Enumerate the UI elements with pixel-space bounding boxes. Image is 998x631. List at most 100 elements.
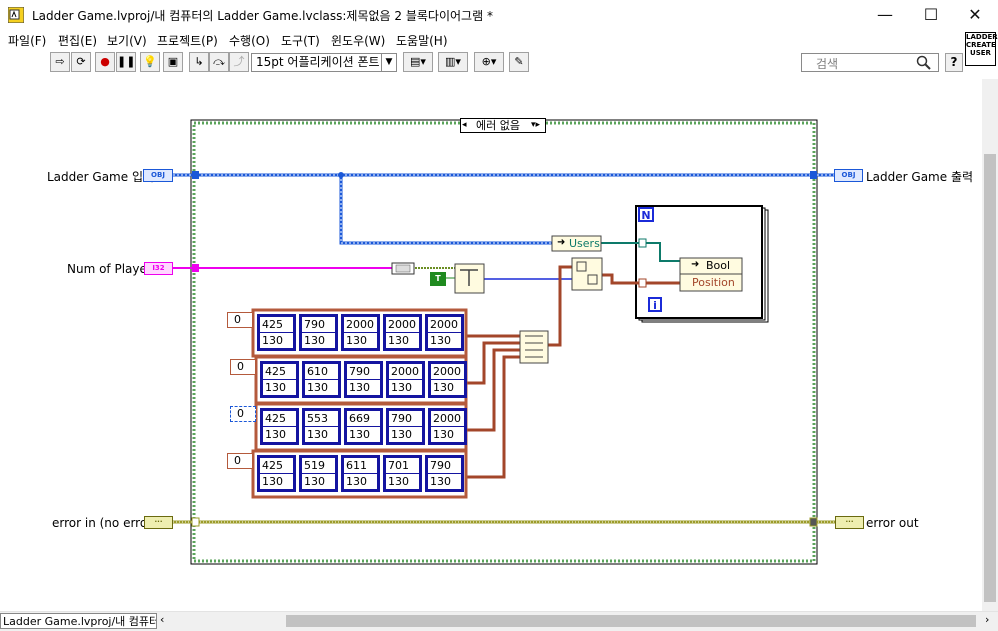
distribute-objects-icon[interactable]: ▥▾: [438, 52, 468, 72]
abort-icon[interactable]: ●: [95, 52, 115, 72]
x-value[interactable]: 2000: [389, 364, 422, 380]
menu-help[interactable]: 도움말(H): [396, 32, 448, 49]
menu-bar: 파일(F) 편집(E) 보기(V) 프로젝트(P) 수행(O) 도구(T) 윈도…: [0, 30, 998, 50]
x-value[interactable]: 425: [263, 411, 296, 427]
x-value[interactable]: 790: [347, 364, 380, 380]
cluster-element[interactable]: 2000 130: [428, 408, 467, 445]
run-continuously-icon[interactable]: ⟳: [71, 52, 91, 72]
retain-wire-values-icon[interactable]: ▣: [163, 52, 183, 72]
window-title: Ladder Game.lvproj/내 컴퓨터의 Ladder Game.lv…: [32, 9, 493, 23]
y-value[interactable]: 130: [263, 427, 286, 442]
cluster-element[interactable]: 519 130: [299, 455, 338, 492]
cluster-element[interactable]: 2000 130: [386, 361, 425, 398]
cluster-element[interactable]: 790 130: [425, 455, 464, 492]
y-value[interactable]: 130: [305, 427, 328, 442]
step-over-icon[interactable]: ⤼: [209, 52, 229, 72]
y-value[interactable]: 130: [431, 427, 454, 442]
y-value[interactable]: 130: [386, 333, 409, 348]
cluster-element[interactable]: 610 130: [302, 361, 341, 398]
x-value[interactable]: 425: [263, 364, 296, 380]
minimize-button[interactable]: —: [862, 0, 908, 30]
y-value[interactable]: 130: [260, 333, 283, 348]
cluster-element[interactable]: 425 130: [257, 314, 296, 351]
cluster-element[interactable]: 553 130: [302, 408, 341, 445]
menu-window[interactable]: 윈도우(W): [331, 32, 385, 49]
y-value[interactable]: 130: [389, 380, 412, 395]
x-value[interactable]: 425: [260, 458, 293, 474]
menu-view[interactable]: 보기(V): [107, 32, 147, 49]
x-value[interactable]: 669: [347, 411, 380, 427]
y-value[interactable]: 130: [428, 474, 451, 489]
y-value[interactable]: 130: [428, 333, 451, 348]
search-icon[interactable]: [916, 55, 932, 71]
cluster-element[interactable]: 701 130: [383, 455, 422, 492]
x-value[interactable]: 701: [386, 458, 419, 474]
x-value[interactable]: 2000: [428, 317, 461, 333]
x-value[interactable]: 425: [260, 317, 293, 333]
reorder-icon[interactable]: ⊕▾: [474, 52, 504, 72]
x-value[interactable]: 2000: [431, 364, 464, 380]
y-value[interactable]: 130: [389, 427, 412, 442]
chevron-down-icon: ▼: [381, 54, 396, 71]
y-value[interactable]: 130: [347, 380, 370, 395]
x-value[interactable]: 553: [305, 411, 338, 427]
align-objects-icon[interactable]: ▤▾: [403, 52, 433, 72]
pause-icon[interactable]: ❚❚: [116, 52, 136, 72]
search-input[interactable]: 검색: [801, 53, 939, 72]
context-help-button[interactable]: ?: [945, 53, 963, 72]
scroll-left-icon[interactable]: ‹: [160, 613, 164, 626]
cluster-element[interactable]: 790 130: [299, 314, 338, 351]
x-value[interactable]: 790: [302, 317, 335, 333]
horizontal-scroll-thumb[interactable]: [286, 615, 976, 627]
cluster-element[interactable]: 2000 130: [341, 314, 380, 351]
menu-file[interactable]: 파일(F): [8, 32, 46, 49]
x-value[interactable]: 790: [389, 411, 422, 427]
cluster-element[interactable]: 2000 130: [425, 314, 464, 351]
maximize-button[interactable]: ☐: [908, 0, 954, 30]
close-button[interactable]: ✕: [952, 0, 998, 30]
cluster-element[interactable]: 2000 130: [428, 361, 467, 398]
y-value[interactable]: 130: [302, 333, 325, 348]
step-into-icon[interactable]: ↳: [189, 52, 209, 72]
vertical-scroll-thumb[interactable]: [984, 154, 996, 602]
cluster-element[interactable]: 669 130: [344, 408, 383, 445]
x-value[interactable]: 519: [302, 458, 335, 474]
cluster-element[interactable]: 2000 130: [383, 314, 422, 351]
y-value[interactable]: 130: [344, 474, 367, 489]
cluster-element[interactable]: 425 130: [260, 408, 299, 445]
y-value[interactable]: 130: [260, 474, 283, 489]
y-value[interactable]: 130: [302, 474, 325, 489]
y-value[interactable]: 130: [386, 474, 409, 489]
clean-up-diagram-icon[interactable]: ✎: [509, 52, 529, 72]
array-constants: 425 130 790 130 2000 130 2000 130 2000 130 425 130 6…: [0, 79, 982, 611]
block-diagram[interactable]: ◂ 에러 없음 ▾▸ Ladder Game 입력 OBJ Num of Pla…: [0, 79, 982, 611]
x-value[interactable]: 610: [305, 364, 338, 380]
x-value[interactable]: 2000: [431, 411, 464, 427]
cluster-element[interactable]: 790 130: [386, 408, 425, 445]
horizontal-scrollbar[interactable]: Ladder Game.lvproj/내 컴퓨터 ‹ ›: [0, 611, 998, 631]
vi-icon[interactable]: LADDER CREATE USER: [965, 32, 998, 66]
step-out-icon[interactable]: ⤴: [229, 52, 249, 72]
vertical-scrollbar[interactable]: [982, 79, 998, 611]
menu-project[interactable]: 프로젝트(P): [157, 32, 218, 49]
y-value[interactable]: 130: [263, 380, 286, 395]
x-value[interactable]: 611: [344, 458, 377, 474]
scroll-right-icon[interactable]: ›: [985, 613, 989, 626]
cluster-element[interactable]: 425 130: [260, 361, 299, 398]
cluster-element[interactable]: 611 130: [341, 455, 380, 492]
menu-tools[interactable]: 도구(T): [281, 32, 320, 49]
y-value[interactable]: 130: [305, 380, 328, 395]
x-value[interactable]: 2000: [386, 317, 419, 333]
menu-edit[interactable]: 편집(E): [58, 32, 97, 49]
font-select[interactable]: 15pt 어플리케이션 폰트 ▼: [251, 53, 397, 72]
x-value[interactable]: 790: [428, 458, 461, 474]
cluster-element[interactable]: 425 130: [257, 455, 296, 492]
y-value[interactable]: 130: [431, 380, 454, 395]
highlight-execution-icon[interactable]: 💡: [140, 52, 160, 72]
cluster-element[interactable]: 790 130: [344, 361, 383, 398]
menu-operate[interactable]: 수행(O): [229, 32, 270, 49]
y-value[interactable]: 130: [344, 333, 367, 348]
x-value[interactable]: 2000: [344, 317, 377, 333]
run-arrow-icon[interactable]: ⇨: [50, 52, 70, 72]
y-value[interactable]: 130: [347, 427, 370, 442]
